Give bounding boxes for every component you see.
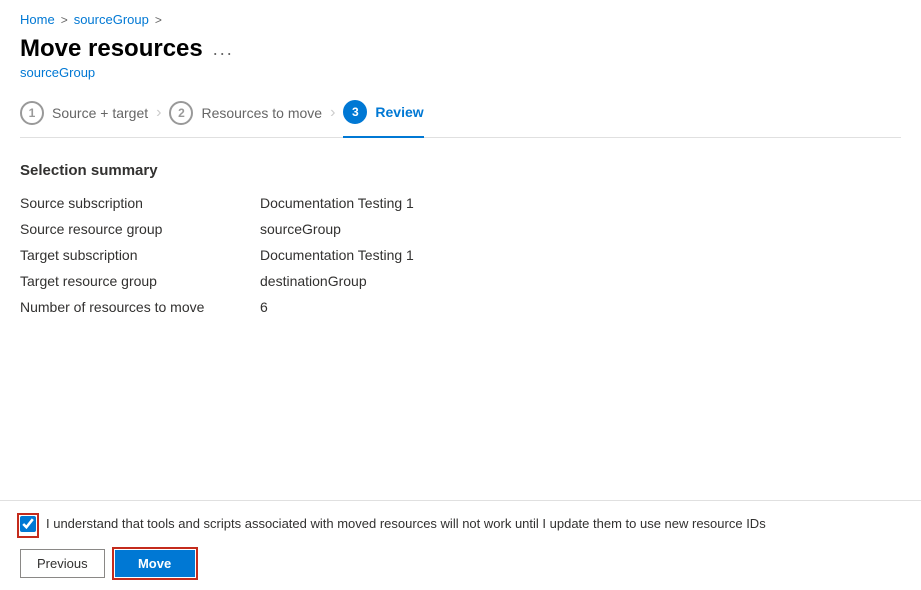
step-2-label: Resources to move [201, 105, 322, 121]
step-2-circle: 2 [169, 101, 193, 125]
label-num-resources: Number of resources to move [20, 299, 240, 315]
bottom-bar: I understand that tools and scripts asso… [0, 500, 921, 590]
previous-button[interactable]: Previous [20, 549, 105, 578]
understand-checkbox-wrapper [20, 516, 36, 535]
summary-table: Source subscription Documentation Testin… [20, 195, 901, 315]
value-num-resources: 6 [260, 299, 901, 315]
page-title: Move resources [20, 35, 203, 63]
step-1[interactable]: 1 Source + target [20, 101, 148, 137]
step-divider-1: › [156, 104, 161, 134]
label-target-rg: Target resource group [20, 273, 240, 289]
breadcrumb-group[interactable]: sourceGroup [74, 12, 149, 27]
label-target-sub: Target subscription [20, 247, 240, 263]
understand-checkbox[interactable] [20, 516, 36, 532]
value-target-rg: destinationGroup [260, 273, 901, 289]
page-container: Home > sourceGroup > Move resources ... … [0, 0, 921, 590]
steps-container: 1 Source + target › 2 Resources to move … [20, 100, 901, 138]
move-button-wrapper: Move [115, 550, 195, 577]
breadcrumb-home[interactable]: Home [20, 12, 55, 27]
title-row: Move resources ... [20, 35, 901, 63]
breadcrumb-sep-2: > [155, 13, 162, 27]
value-source-sub: Documentation Testing 1 [260, 195, 901, 211]
subtitle[interactable]: sourceGroup [20, 65, 901, 80]
checkbox-row: I understand that tools and scripts asso… [20, 515, 901, 535]
step-3-label: Review [375, 104, 423, 120]
action-buttons: Previous Move [20, 549, 901, 578]
main-content: Home > sourceGroup > Move resources ... … [0, 0, 921, 500]
step-2[interactable]: 2 Resources to move [169, 101, 322, 137]
label-source-rg: Source resource group [20, 221, 240, 237]
step-1-label: Source + target [52, 105, 148, 121]
step-3[interactable]: 3 Review [343, 100, 423, 138]
more-options-button[interactable]: ... [213, 39, 234, 60]
step-1-circle: 1 [20, 101, 44, 125]
breadcrumb: Home > sourceGroup > [20, 12, 901, 27]
breadcrumb-sep-1: > [61, 13, 68, 27]
understand-text: I understand that tools and scripts asso… [46, 515, 766, 533]
section-title: Selection summary [20, 162, 901, 179]
move-button[interactable]: Move [115, 550, 195, 577]
value-target-sub: Documentation Testing 1 [260, 247, 901, 263]
value-source-rg: sourceGroup [260, 221, 901, 237]
label-source-sub: Source subscription [20, 195, 240, 211]
step-3-circle: 3 [343, 100, 367, 124]
step-divider-2: › [330, 104, 335, 134]
